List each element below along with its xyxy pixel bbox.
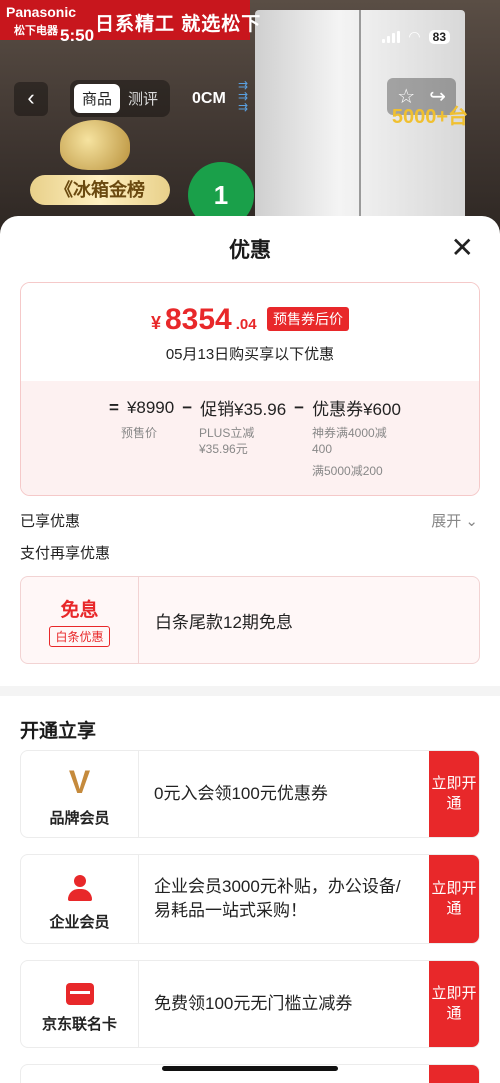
- v-icon: V: [68, 764, 91, 800]
- minus-sign: −: [182, 397, 193, 417]
- arrows-icon: ⇉ ⇉ ⇉: [238, 78, 249, 114]
- price-breakdown: = ¥8990 − 促销¥35.96 − 优惠券¥600 预售价 PLUS立减 …: [21, 381, 479, 495]
- final-price: ¥ 8354 .04: [151, 303, 257, 337]
- battery-icon: 83: [428, 29, 450, 44]
- interest-free-card[interactable]: 免息 白条优惠 白条尾款12期免息: [20, 576, 480, 664]
- price-decimal: .04: [235, 316, 257, 333]
- enterprise-member-open-button[interactable]: 立即开通: [429, 855, 479, 943]
- price-subtitle: 05月13日购买享以下优惠: [165, 346, 335, 363]
- coupon-discount: 优惠券¥600: [312, 400, 401, 419]
- brand-member-text: 0元入会领100元优惠券: [154, 784, 328, 803]
- coupon-label-3: 满5000减200: [312, 464, 383, 478]
- card-icon: [65, 983, 94, 1005]
- home-indicator[interactable]: [162, 1066, 338, 1071]
- next-card-button[interactable]: [429, 1065, 479, 1083]
- enterprise-member-left: 企业会员: [21, 855, 139, 943]
- signal-icon: [382, 30, 401, 43]
- product-nav: ‹ 商品 测评: [14, 80, 171, 117]
- price-card: ¥ 8354 .04 预售券后价 05月13日购买享以下优惠 = ¥8990 −…: [20, 282, 480, 496]
- brand-logo: Panasonic: [6, 4, 77, 20]
- pay-label: 支付再享优惠: [20, 545, 111, 562]
- enterprise-member-label: 企业会员: [49, 914, 110, 931]
- status-time: 5:50: [60, 26, 95, 45]
- promo-label-1: PLUS立减: [199, 426, 255, 440]
- breakdown-row: = ¥8990 − 促销¥35.96 − 优惠券¥600: [101, 395, 401, 420]
- jd-card-text: 免费领100元无门槛立减券: [154, 994, 353, 1013]
- promo-label-2: ¥35.96元: [199, 442, 248, 456]
- enjoyed-label: 已享优惠: [20, 513, 81, 530]
- promo-discount: 促销¥35.96: [200, 400, 287, 419]
- presale-price: ¥8990: [126, 397, 175, 417]
- price-top: ¥ 8354 .04 预售券后价 05月13日购买享以下优惠: [21, 283, 479, 381]
- enterprise-member-text: 企业会员3000元补贴，办公设备/易耗品一站式采购！: [154, 877, 401, 920]
- jd-card-open-button[interactable]: 立即开通: [429, 961, 479, 1047]
- product-tabs: 商品 测评: [70, 80, 171, 117]
- equals-sign: =: [109, 397, 119, 417]
- interest-free-left: 免息 白条优惠: [21, 577, 139, 663]
- brand-member-label: 品牌会员: [49, 810, 110, 827]
- jd-card-label: 京东联名卡: [41, 1016, 117, 1033]
- discount-sheet: 优惠 ✕ ¥ 8354 .04 预售券后价 05月13日购买享以下优惠 = ¥8…: [0, 216, 500, 1083]
- currency-symbol: ¥: [150, 313, 161, 333]
- banner-slogan: 日系精工 就选松下: [95, 14, 262, 35]
- wifi-icon: ◠: [408, 28, 421, 44]
- gold-award: 《冰箱金榜: [30, 120, 170, 210]
- price-tag: 预售券后价: [267, 307, 350, 331]
- minus-sign: −: [294, 397, 305, 417]
- interest-free-text: 白条尾款12期免息: [155, 612, 293, 632]
- jd-card: 京东联名卡 免费领100元无门槛立减券 立即开通: [20, 960, 480, 1048]
- coupon-label-2: 400: [312, 442, 333, 456]
- presale-label: 预售价: [121, 426, 158, 440]
- brand-sub: 松下电器: [14, 25, 58, 37]
- brand-member-card: V 品牌会员 0元入会领100元优惠券 立即开通: [20, 750, 480, 838]
- status-bar-right: ◠ 83: [382, 28, 450, 45]
- jd-card-left: 京东联名卡: [21, 961, 139, 1047]
- enterprise-member-card: 企业会员 企业会员3000元补贴，办公设备/易耗品一站式采购！ 立即开通: [20, 854, 480, 944]
- ocm-label: 0CM: [192, 90, 226, 107]
- trophy-icon: [60, 120, 130, 170]
- close-icon[interactable]: ✕: [451, 234, 474, 262]
- tab-product[interactable]: 商品: [74, 84, 121, 113]
- product-page-background: Panasonic 松下电器 日系精工 就选松下 5:50 ◠ 83 ‹ 商品 …: [0, 0, 500, 240]
- promo-count: 5000+台: [391, 106, 468, 128]
- tab-review[interactable]: 测评: [120, 84, 166, 113]
- price-integer: 8354: [164, 303, 232, 336]
- section-divider: [0, 686, 500, 696]
- back-icon[interactable]: ‹: [14, 81, 48, 116]
- expand-button[interactable]: 展开 ⌄: [431, 510, 478, 531]
- brand-member-open-button[interactable]: 立即开通: [429, 751, 479, 837]
- baitiao-tag: 白条优惠: [49, 626, 110, 647]
- award-label: 《冰箱金榜: [30, 175, 170, 205]
- interest-free-title: 免息: [60, 600, 99, 621]
- coupon-label-1: 神券满4000减: [312, 426, 387, 440]
- sheet-title: 优惠: [229, 239, 271, 262]
- person-icon: [66, 875, 94, 903]
- brand-member-left: V 品牌会员: [21, 751, 139, 837]
- open-section-title: 开通立享: [20, 721, 97, 742]
